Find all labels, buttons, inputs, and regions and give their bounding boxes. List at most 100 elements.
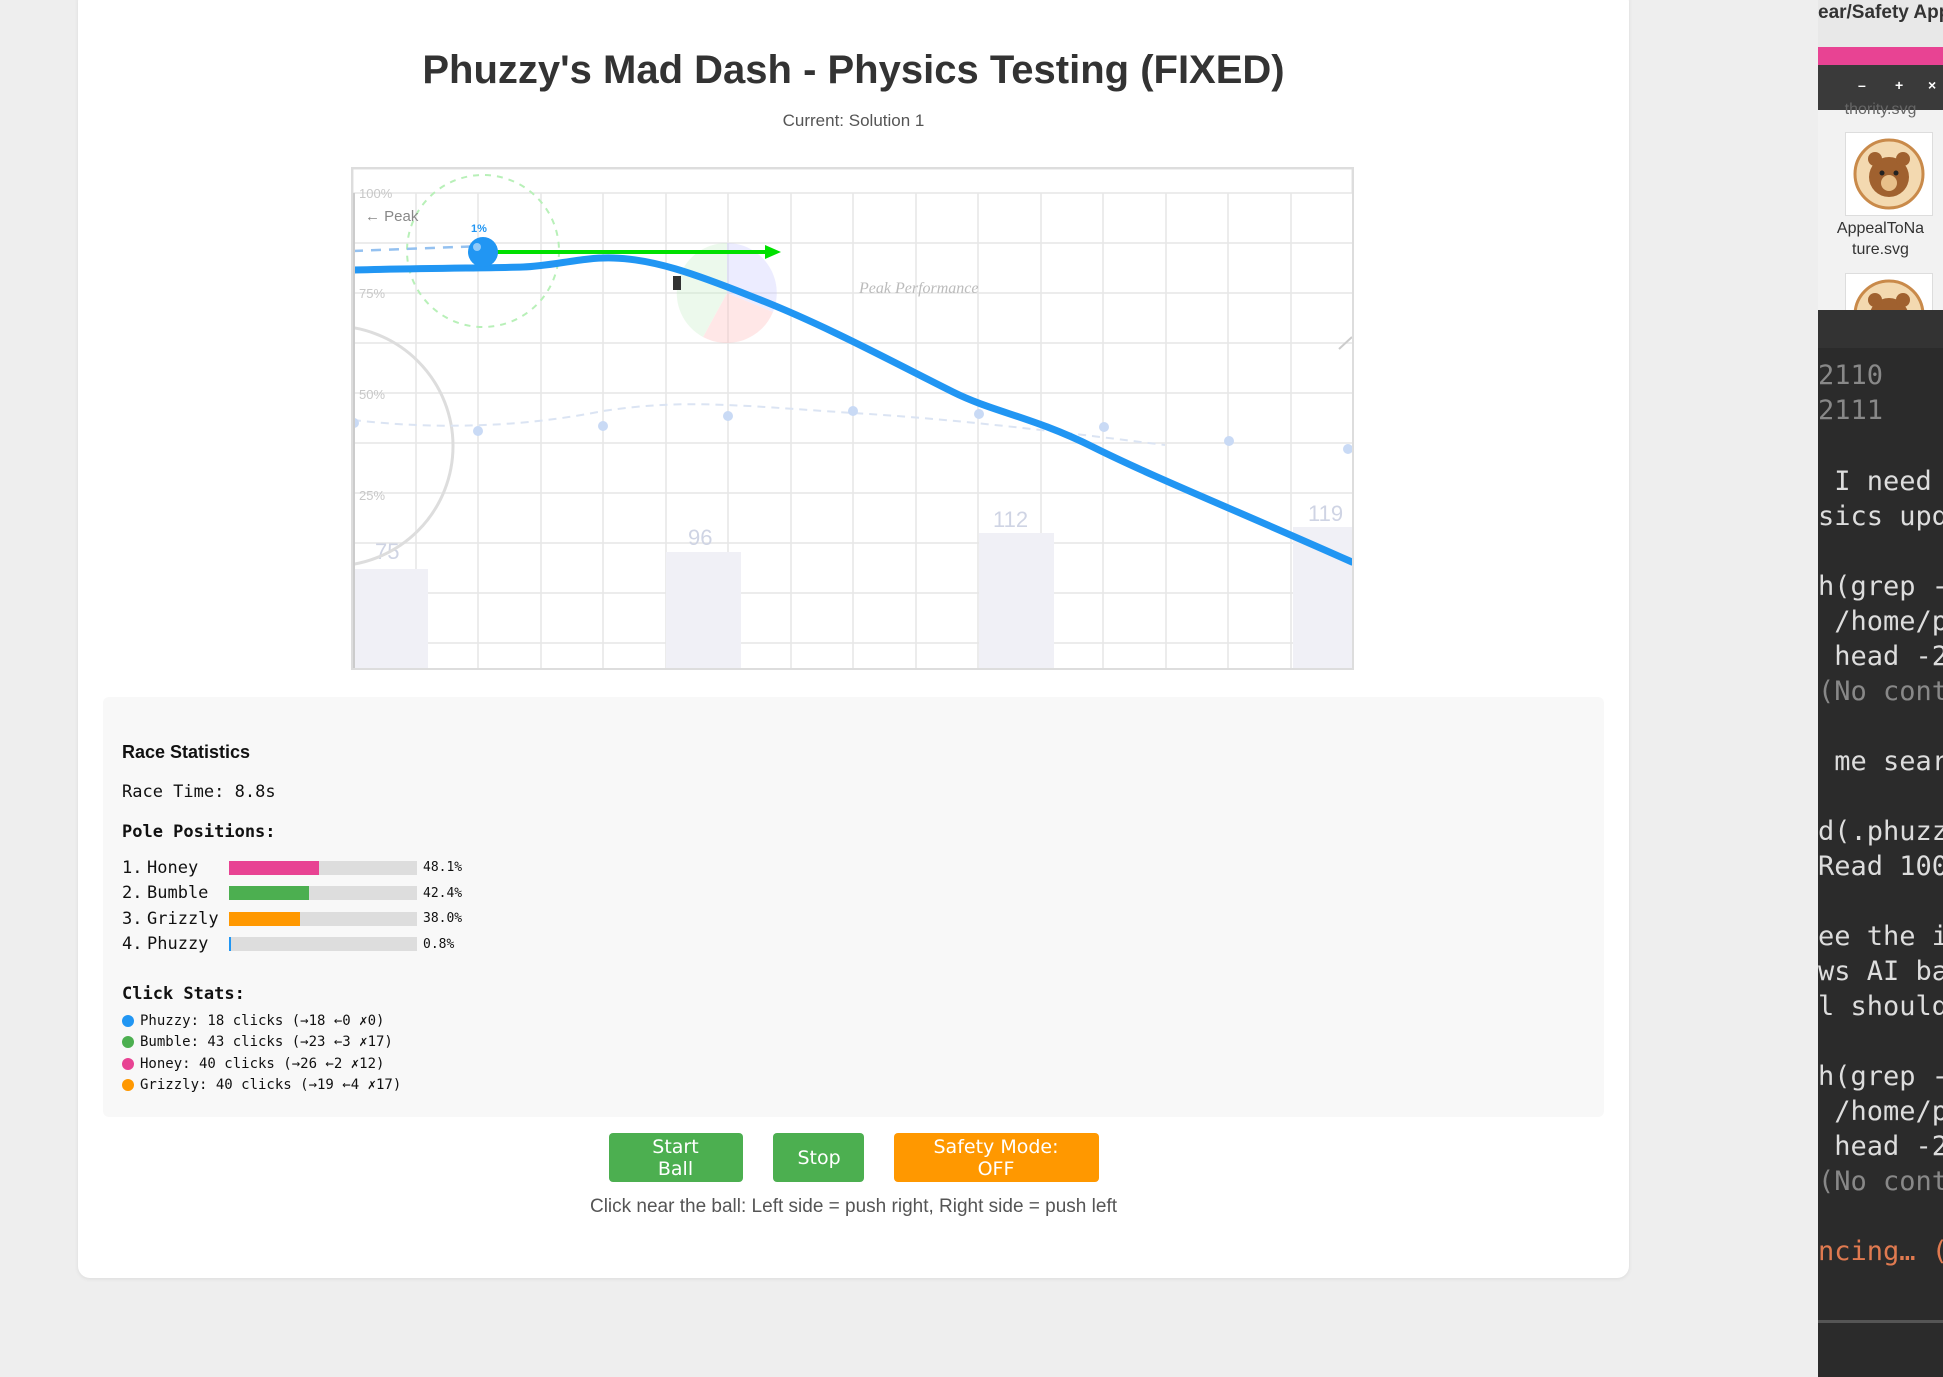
pole-rank: 2. bbox=[122, 883, 143, 904]
pole-positions-list: 1. Honey 48.1% 2. Bumble 42.4% 3. Grizzl… bbox=[122, 855, 462, 957]
terminal-line: h(grep -E bbox=[1818, 1061, 1943, 1092]
terminal-line: 2111 bbox=[1818, 395, 1884, 426]
faded-gauge-circle bbox=[353, 326, 455, 566]
pole-percent: 48.1% bbox=[423, 860, 463, 876]
terminal-line: ws AI bal bbox=[1818, 956, 1943, 987]
control-buttons: Start Ball Stop Safety Mode: OFF bbox=[78, 1133, 1629, 1182]
terminal-line: h(grep -n bbox=[1818, 571, 1943, 602]
terminal-line: me searc bbox=[1834, 746, 1943, 777]
peak-performance-label: Peak Performance bbox=[858, 280, 979, 297]
race-canvas-svg[interactable]: 75 96 112 119 100% 75% 50% 25% 1% ← Peak… bbox=[353, 169, 1352, 668]
pole-percent: 0.8% bbox=[423, 936, 455, 952]
start-ball-button[interactable]: Start Ball bbox=[608, 1133, 743, 1182]
close-button[interactable]: × bbox=[1928, 77, 1936, 93]
y-tick-100: 100% bbox=[359, 186, 393, 201]
terminal-line: sics upda bbox=[1818, 501, 1943, 532]
race-time-label: Race Time: bbox=[122, 782, 225, 802]
y-tick-50: 50% bbox=[359, 387, 385, 402]
pole-row: 4. Phuzzy 0.8% bbox=[122, 932, 462, 958]
click-stat-row: Grizzly: 40 clicks (→19 ←4 ✗17) bbox=[122, 1075, 401, 1097]
click-hint: Click near the ball: Left side = push ri… bbox=[589, 1196, 1118, 1217]
player-color-dot bbox=[122, 1079, 134, 1092]
ball-percent-label: 1% bbox=[471, 223, 487, 235]
file-thumbnail-next[interactable] bbox=[1845, 273, 1933, 313]
click-stat-text: Phuzzy: 18 clicks (→18 ←0 ✗0) bbox=[140, 1012, 385, 1029]
click-stat-row: Honey: 40 clicks (→26 ←2 ✗12) bbox=[122, 1053, 401, 1075]
terminal-line: d(.phuzzy bbox=[1818, 816, 1943, 847]
checkpoint-marker bbox=[673, 276, 681, 290]
file-label-line2: ture.svg bbox=[1852, 241, 1909, 258]
page-title: Phuzzy's Mad Dash - Physics Testing (FIX… bbox=[422, 48, 1285, 92]
editor-bottom-rule bbox=[1818, 1320, 1943, 1323]
pole-percent: 42.4% bbox=[423, 885, 463, 901]
safety-mode-toggle[interactable]: Safety Mode: OFF bbox=[893, 1133, 1099, 1182]
editor-window: ear/Safety App – + × thority.svg AppealT… bbox=[1818, 0, 1943, 1377]
y-tick-75: 75% bbox=[359, 286, 385, 301]
pole-bar-fill bbox=[229, 937, 231, 952]
file-label-line1: AppealToNa bbox=[1836, 220, 1925, 237]
terminal-line: I need t bbox=[1834, 466, 1932, 497]
player-color-dot bbox=[122, 1057, 134, 1070]
maximize-button[interactable]: + bbox=[1895, 77, 1903, 93]
editor-accent-bar bbox=[1818, 47, 1943, 65]
bar-label-3: 112 bbox=[993, 507, 1028, 532]
file-label-top: thority.svg bbox=[1844, 101, 1917, 118]
y-tick-25: 25% bbox=[359, 488, 385, 503]
peak-arrow-label: ← Peak bbox=[365, 208, 419, 225]
phuzzy-ball[interactable] bbox=[468, 237, 498, 267]
file-thumbnail-appealtonature[interactable] bbox=[1845, 132, 1933, 216]
bear-icon bbox=[1853, 279, 1925, 313]
pole-name: Phuzzy bbox=[147, 934, 209, 955]
click-stat-row: Phuzzy: 18 clicks (→18 ←0 ✗0) bbox=[122, 1010, 401, 1032]
terminal-line: head -20 bbox=[1834, 1131, 1943, 1162]
terminal-status-line: ncing… (9 bbox=[1818, 1236, 1943, 1267]
current-solution-label: Current: Solution 1 bbox=[782, 111, 925, 130]
terminal-line: /home/p0 bbox=[1834, 606, 1943, 637]
pole-name: Bumble bbox=[147, 883, 209, 904]
pole-percent: 38.0% bbox=[423, 911, 463, 927]
click-stat-row: Bumble: 43 clicks (→23 ←3 ✗17) bbox=[122, 1032, 401, 1054]
pole-positions-title: Pole Positions: bbox=[122, 822, 276, 842]
terminal-line: (No conte bbox=[1818, 676, 1943, 707]
race-time: Race Time: 8.8s bbox=[122, 782, 276, 802]
pole-bar-fill bbox=[229, 860, 320, 875]
pole-bar-track bbox=[229, 937, 417, 952]
player-color-dot bbox=[122, 1014, 134, 1027]
pole-row: 1. Honey 48.1% bbox=[122, 855, 462, 881]
race-canvas[interactable]: 75 96 112 119 100% 75% 50% 25% 1% ← Peak… bbox=[351, 167, 1354, 670]
terminal-line: /home/p0 bbox=[1834, 1096, 1943, 1127]
pole-bar-track bbox=[229, 886, 417, 901]
pole-rank: 3. bbox=[122, 908, 143, 929]
terminal-line: head -20 bbox=[1834, 641, 1943, 672]
terminal-line: Read 100 bbox=[1818, 851, 1943, 882]
pole-bar-fill bbox=[229, 911, 301, 926]
click-stats-list: Phuzzy: 18 clicks (→18 ←0 ✗0) Bumble: 43… bbox=[122, 1010, 401, 1096]
pole-rank: 4. bbox=[122, 934, 143, 955]
ball-trail bbox=[353, 244, 484, 253]
app-card: Phuzzy's Mad Dash - Physics Testing (FIX… bbox=[78, 0, 1629, 1278]
faded-pie bbox=[676, 242, 777, 344]
terminal-line: ee the is bbox=[1818, 921, 1943, 952]
pole-row: 2. Bumble 42.4% bbox=[122, 881, 462, 907]
minimize-button[interactable]: – bbox=[1858, 77, 1866, 93]
terminal-line: 2110 bbox=[1818, 360, 1884, 391]
terminal-line: l should bbox=[1818, 991, 1943, 1022]
editor-title: ear/Safety App bbox=[1818, 2, 1943, 23]
pole-row: 3. Grizzly 38.0% bbox=[122, 906, 462, 932]
ball-highlight bbox=[473, 243, 481, 251]
canvas-top-band bbox=[353, 169, 1352, 194]
pole-bar-track bbox=[229, 911, 417, 926]
stop-button[interactable]: Stop bbox=[772, 1133, 864, 1182]
editor-titlebar: ear/Safety App bbox=[1818, 0, 1943, 47]
click-stat-text: Bumble: 43 clicks (→23 ←3 ✗17) bbox=[140, 1034, 393, 1051]
file-browser-panel: – + × thority.svg AppealToNa ture.svg bbox=[1818, 65, 1943, 313]
race-statistics-panel: Race Statistics Race Time: 8.8s Pole Pos… bbox=[103, 697, 1604, 1117]
pole-bar-fill bbox=[229, 886, 309, 901]
bear-icon bbox=[1853, 138, 1925, 210]
player-color-dot bbox=[122, 1036, 134, 1049]
bar-label-4: 119 bbox=[1308, 501, 1343, 526]
pole-rank: 1. bbox=[122, 857, 143, 878]
click-stat-text: Grizzly: 40 clicks (→19 ←4 ✗17) bbox=[140, 1077, 402, 1094]
click-stats-title: Click Stats: bbox=[122, 984, 245, 1004]
click-stat-text: Honey: 40 clicks (→26 ←2 ✗12) bbox=[140, 1055, 385, 1072]
